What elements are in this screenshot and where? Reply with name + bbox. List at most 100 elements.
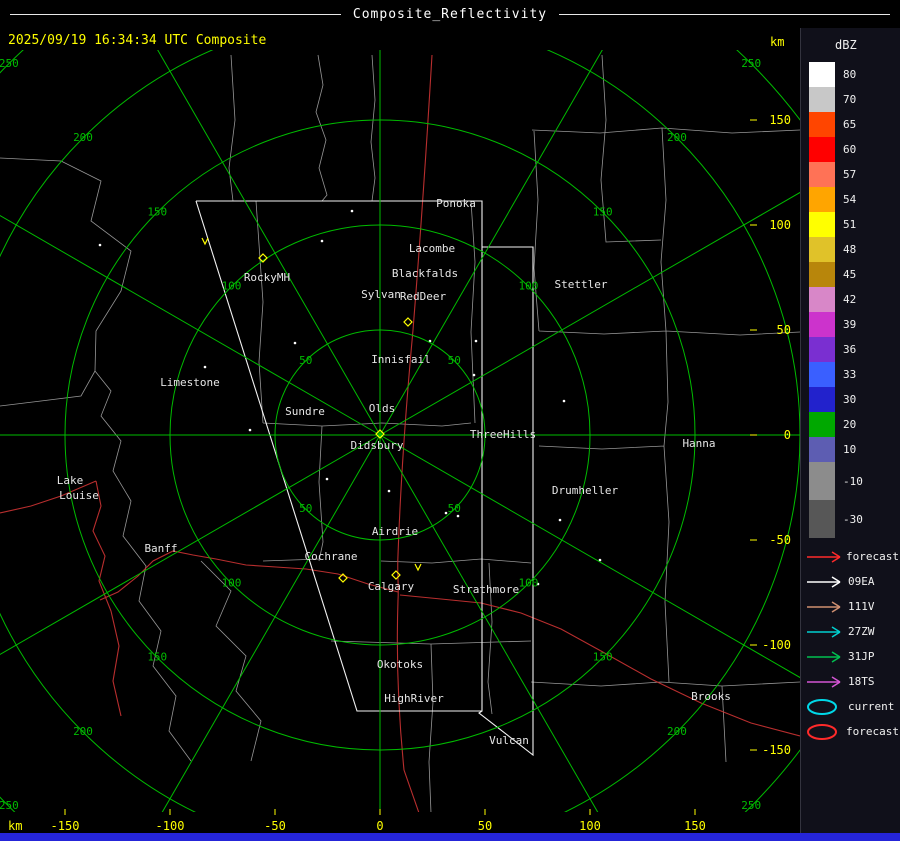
symbol-row: forecast bbox=[805, 544, 899, 569]
map-canvas[interactable]: 50 50 50 50 100 100 100 100 150 150 150 150 200 200 20… bbox=[0, 50, 800, 833]
symbol-row: current bbox=[805, 694, 899, 719]
scale-swatch bbox=[809, 187, 835, 212]
horizontal-scrollbar[interactable] bbox=[0, 833, 900, 841]
scale-row: 36 bbox=[809, 337, 899, 362]
scale-row: -30 bbox=[809, 500, 899, 538]
symbol-row: 31JP bbox=[805, 644, 899, 669]
y-axis-label: -150 bbox=[762, 743, 791, 757]
scale-value: 45 bbox=[843, 268, 857, 281]
chevron-marker-icon bbox=[201, 237, 209, 246]
legend-panel: dBZ 80 70 65 60 57 54 51 48 45 42 39 36 33 30 20 10 -10 -… bbox=[800, 28, 900, 833]
symbol-label: 111V bbox=[848, 600, 875, 613]
radar-site-diamond-icon bbox=[403, 317, 413, 327]
symbol-label: 27ZW bbox=[848, 625, 875, 638]
symbol-row: 111V bbox=[805, 594, 899, 619]
ring-distance-label: 50 bbox=[299, 502, 312, 515]
track-arrow-icon bbox=[807, 625, 841, 638]
symbol-row: forecast bbox=[805, 719, 899, 744]
city-label: Airdrie bbox=[372, 525, 418, 538]
ring-distance-label: 250 bbox=[0, 57, 19, 70]
symbol-label: 09EA bbox=[848, 575, 875, 588]
ring-distance-label: 250 bbox=[741, 799, 761, 812]
scale-value: 36 bbox=[843, 343, 857, 356]
scan-area-outline bbox=[195, 200, 534, 757]
scale-swatch bbox=[809, 312, 835, 337]
symbol-label: 18TS bbox=[848, 675, 875, 688]
symbol-row: 18TS bbox=[805, 669, 899, 694]
ring-distance-label: 100 bbox=[519, 280, 539, 293]
ring-distance-label: 150 bbox=[593, 205, 613, 218]
titlebar: Composite_Reflectivity bbox=[0, 0, 900, 28]
ring-distance-label: 50 bbox=[448, 502, 461, 515]
symbol-label: forecast bbox=[846, 725, 899, 738]
city-label: Calgary bbox=[368, 580, 415, 593]
city-label: Strathmore bbox=[453, 583, 519, 596]
symbol-label: forecast bbox=[846, 550, 899, 563]
scale-swatch bbox=[809, 437, 835, 462]
scale-swatch bbox=[809, 137, 835, 162]
city-label: Banff bbox=[144, 542, 177, 555]
track-arrow-icon bbox=[807, 550, 841, 563]
scale-value: 30 bbox=[843, 393, 857, 406]
x-axis-label: 100 bbox=[579, 819, 601, 833]
scale-row: 45 bbox=[809, 262, 899, 287]
city-label: Innisfail bbox=[371, 353, 431, 366]
city-label: Vulcan bbox=[489, 734, 529, 747]
ring-distance-label: 150 bbox=[593, 651, 613, 664]
scale-value: 39 bbox=[843, 318, 857, 331]
city-label: Cochrane bbox=[305, 550, 358, 563]
city-label: Olds bbox=[369, 402, 396, 415]
storm-ellipse-icon bbox=[807, 698, 837, 715]
x-axis-label: -100 bbox=[156, 819, 185, 833]
scale-swatch bbox=[809, 362, 835, 387]
scale-swatch bbox=[809, 500, 835, 538]
city-label: Blackfalds bbox=[392, 267, 458, 280]
scale-row: 48 bbox=[809, 237, 899, 262]
scale-row: 54 bbox=[809, 187, 899, 212]
ring-distance-label: 200 bbox=[73, 725, 93, 738]
x-axis-label: 150 bbox=[684, 819, 706, 833]
city-label: Sylvan bbox=[361, 288, 401, 301]
title-rule-right bbox=[559, 13, 890, 15]
symbol-label: 31JP bbox=[848, 650, 875, 663]
window-title: Composite_Reflectivity bbox=[352, 6, 548, 22]
scale-swatch bbox=[809, 112, 835, 137]
title-rule-left bbox=[10, 13, 341, 15]
x-axis-label: -50 bbox=[264, 819, 286, 833]
scale-value: 20 bbox=[843, 418, 857, 431]
city-label: Limestone bbox=[160, 376, 220, 389]
town-markers bbox=[98, 209, 602, 586]
x-axis-label: -150 bbox=[51, 819, 80, 833]
city-label: ThreeHills bbox=[470, 428, 536, 441]
y-axis-label: 100 bbox=[769, 218, 791, 232]
azimuth-line bbox=[379, 191, 800, 436]
scale-row: -10 bbox=[809, 462, 899, 500]
scale-row: 70 bbox=[809, 87, 899, 112]
ring-distance-label: 50 bbox=[299, 354, 312, 367]
scale-value: 33 bbox=[843, 368, 857, 381]
city-label: Lacombe bbox=[409, 242, 455, 255]
scale-value: 60 bbox=[843, 143, 857, 156]
timestamp: 2025/09/19 16:34:34 UTC Composite bbox=[8, 33, 267, 48]
scale-value: 65 bbox=[843, 118, 857, 131]
city-label: Stettler bbox=[555, 278, 608, 291]
scale-swatch bbox=[809, 412, 835, 437]
scale-row: 20 bbox=[809, 412, 899, 437]
scale-value: 10 bbox=[843, 443, 857, 456]
ring-distance-label: 150 bbox=[147, 651, 167, 664]
scale-row: 65 bbox=[809, 112, 899, 137]
ring-distance-label: 100 bbox=[519, 576, 539, 589]
ring-distance-label: 250 bbox=[741, 57, 761, 70]
y-axis-label: -50 bbox=[769, 533, 791, 547]
ring-distance-label: 200 bbox=[73, 131, 93, 144]
scale-row: 80 bbox=[809, 62, 899, 87]
scale-swatch bbox=[809, 212, 835, 237]
symbol-label: current bbox=[848, 700, 895, 713]
track-arrow-icon bbox=[807, 650, 841, 663]
ring-distance-label: 250 bbox=[0, 799, 19, 812]
scale-row: 51 bbox=[809, 212, 899, 237]
scale-swatch bbox=[809, 62, 835, 87]
y-axis-unit: km bbox=[770, 35, 785, 49]
x-axis-unit: km bbox=[8, 819, 23, 833]
track-arrow-icon bbox=[807, 675, 841, 688]
